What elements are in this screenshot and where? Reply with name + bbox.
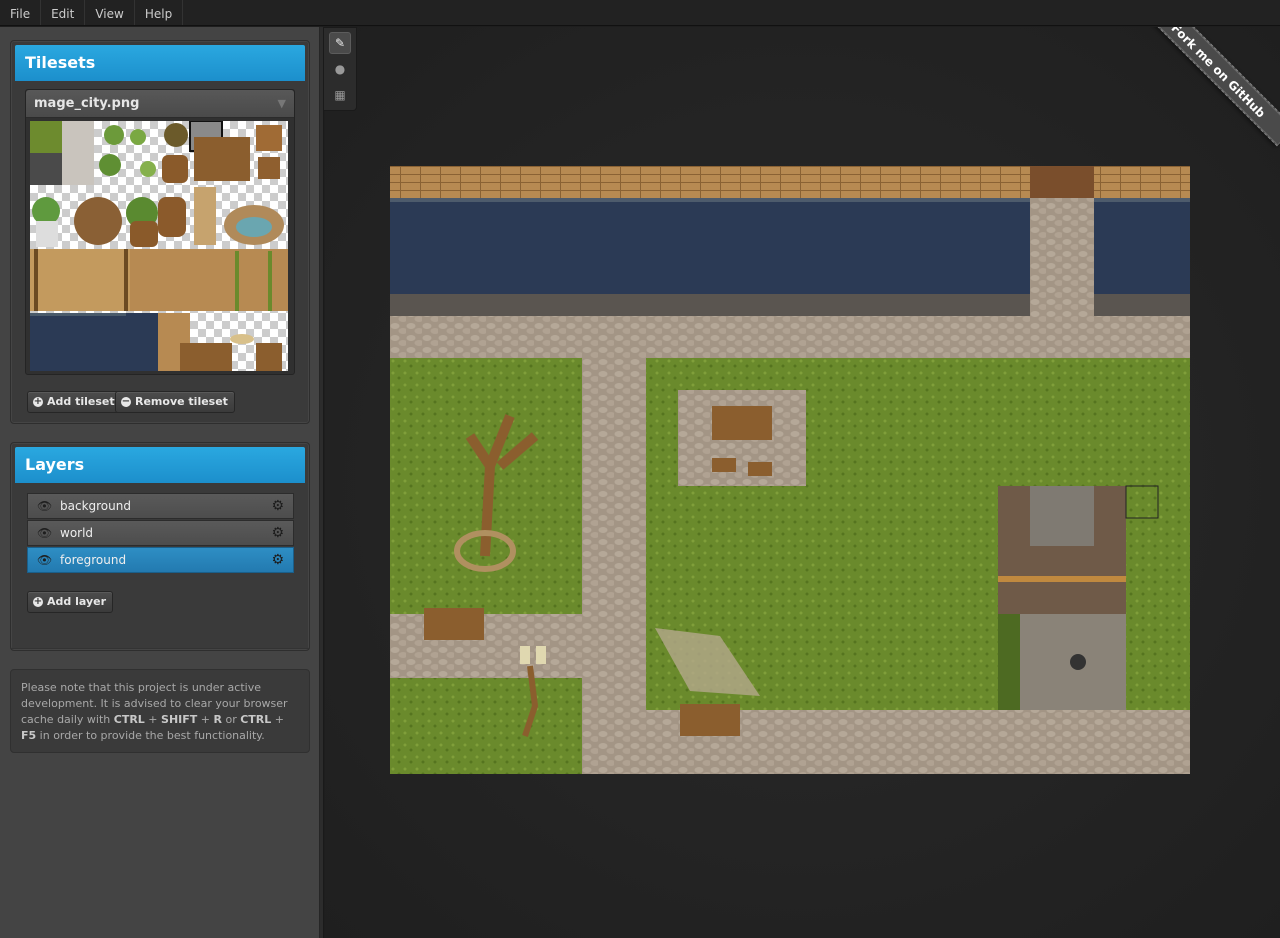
eye-icon[interactable]: 👁 [37,494,52,518]
sidebar: Tilesets mage_city.png ▼ + Add tileset −… [0,27,320,938]
divider [10,648,310,649]
notice-plus: + [271,713,285,726]
eye-icon[interactable]: 👁 [37,521,52,545]
add-tileset-button[interactable]: + Add tileset [27,391,122,413]
grid-icon[interactable]: ▦ [329,84,351,106]
add-tileset-label: Add tileset [47,395,115,408]
map-canvas[interactable] [390,166,1190,774]
menu-view[interactable]: View [85,0,135,25]
layer-row-foreground[interactable]: 👁 foreground ⚙ [27,547,294,573]
remove-tileset-label: Remove tileset [135,395,228,408]
tileset-container: mage_city.png ▼ [25,89,295,375]
notice-text-end: in order to provide the best functionali… [36,729,265,742]
github-ribbon[interactable]: Fork me on GitHub [1142,27,1280,147]
notice-plus: + [197,713,214,726]
layer-name: world [60,526,94,540]
sidebar-resize-handle[interactable] [320,27,324,938]
add-layer-label: Add layer [47,595,107,608]
gear-icon[interactable]: ⚙ [271,548,284,572]
key-ctrl: CTRL [240,713,272,726]
tileset-image [30,121,288,371]
tilesets-panel: Tilesets mage_city.png ▼ + Add tileset −… [10,40,310,424]
plus-icon: + [33,596,43,607]
layer-name: background [60,499,131,513]
tool-palette: ✎ ● ▦ [324,27,357,111]
plus-icon: + [33,396,43,407]
menu-file[interactable]: File [0,0,42,25]
layer-row-world[interactable]: 👁 world ⚙ [27,520,294,546]
key-f5: F5 [21,729,37,742]
tilesets-title: Tilesets [15,45,305,81]
tileset-canvas[interactable] [30,121,288,371]
layers-title: Layers [15,447,305,483]
chevron-down-icon: ▼ [277,97,286,110]
eye-icon[interactable]: 👁 [37,548,52,572]
layer-row-background[interactable]: 👁 background ⚙ [27,493,294,519]
minus-icon: − [121,396,131,407]
layers-panel: Layers 👁 background ⚙ 👁 world ⚙ 👁 foregr… [10,442,310,651]
key-ctrl: CTRL [113,713,145,726]
remove-tileset-button[interactable]: − Remove tileset [115,391,235,413]
tileset-select-value: mage_city.png [34,96,140,111]
menu-edit[interactable]: Edit [41,0,86,25]
map-viewport[interactable]: Fork me on GitHub [325,27,1280,938]
menu-bar: File Edit View Help [0,0,1280,26]
map-image [390,166,1190,774]
tileset-select[interactable]: mage_city.png ▼ [26,90,294,118]
pencil-icon[interactable]: ✎ [329,32,351,54]
key-shift: SHIFT [161,713,198,726]
key-r: R [213,713,222,726]
gear-icon[interactable]: ⚙ [271,521,284,545]
notice-or: or [221,713,241,726]
gear-icon[interactable]: ⚙ [271,494,284,518]
menu-help[interactable]: Help [135,0,184,25]
layer-name: foreground [60,553,127,567]
fill-icon[interactable]: ● [329,58,351,80]
dev-notice: Please note that this project is under a… [10,669,310,753]
add-layer-button[interactable]: + Add layer [27,591,114,613]
notice-plus: + [144,713,162,726]
